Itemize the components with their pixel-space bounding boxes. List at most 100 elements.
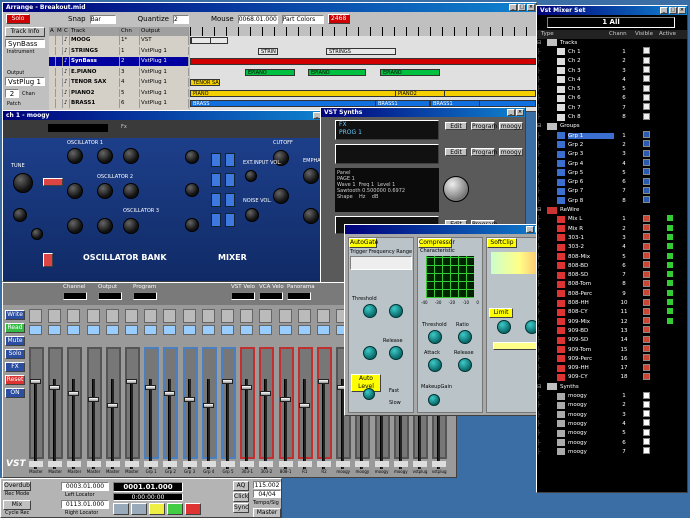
ruler[interactable] <box>190 27 536 36</box>
mixer-channel-row[interactable]: ├ 909-Tom 15 <box>537 345 687 354</box>
visible-checkbox[interactable] <box>642 140 650 148</box>
mixer-switch[interactable] <box>225 173 235 187</box>
channel-fader[interactable] <box>298 403 310 408</box>
channel-fader[interactable] <box>164 391 176 396</box>
mixer-channel-row[interactable]: ├ Grp 88 <box>537 196 687 205</box>
channel-fader[interactable] <box>183 397 195 402</box>
mixer-channel-row[interactable]: ├ Ch 33 <box>537 66 687 75</box>
limit-knob[interactable] <box>497 320 511 334</box>
visible-checkbox[interactable] <box>642 252 650 260</box>
mixer-channel-row[interactable]: ├ 808-Tom 8 <box>537 279 687 289</box>
vst-synths-titlebar[interactable]: VST Synths _ × <box>321 108 525 117</box>
moog-knob[interactable] <box>123 148 139 164</box>
visible-checkbox[interactable] <box>642 186 650 194</box>
mixer-channel-row[interactable]: ├ Ch 88 <box>537 112 687 121</box>
comp-threshold-knob[interactable] <box>428 330 442 344</box>
strip-mute-button[interactable] <box>48 309 62 323</box>
strip-solo-button[interactable] <box>297 325 311 335</box>
moog-knob[interactable] <box>67 218 83 234</box>
mixer-switch[interactable] <box>225 153 235 167</box>
strip-solo-button[interactable] <box>163 325 177 335</box>
midi-part[interactable]: BRASS1 <box>375 100 430 107</box>
channel-left-button[interactable]: Reset <box>5 375 25 385</box>
aq-button[interactable]: AQ <box>233 481 249 491</box>
channel-fader[interactable] <box>222 379 233 384</box>
synth-program-button-2[interactable]: Program <box>471 148 497 156</box>
mixer-channel-row[interactable]: ├ 303-2 4 <box>537 242 687 252</box>
mute-toggle[interactable] <box>56 99 63 108</box>
strip-solo-button[interactable] <box>182 325 196 335</box>
moog-knob[interactable] <box>303 168 319 184</box>
channel-left-button[interactable]: Read <box>5 323 25 333</box>
strip-mute-button[interactable] <box>297 309 311 323</box>
visible-checkbox[interactable] <box>642 447 650 455</box>
visible-checkbox[interactable] <box>642 233 650 241</box>
channel-left-button[interactable]: FX <box>5 362 25 372</box>
visible-checkbox[interactable] <box>642 56 650 64</box>
strip-mute-button[interactable] <box>86 309 100 323</box>
mixer-channel-row[interactable]: ├ 808-Perc 9 <box>537 289 687 298</box>
visible-checkbox[interactable] <box>642 214 650 222</box>
mixer-set-titlebar[interactable]: Vst Mixer Set _ □ × <box>537 6 687 15</box>
midi-part[interactable]: EPIANO <box>245 68 295 76</box>
channel-left-button[interactable]: ON <box>5 388 25 398</box>
moog-knob[interactable] <box>185 218 199 232</box>
gate-release-knob[interactable] <box>389 346 403 360</box>
mute-toggle[interactable] <box>56 36 63 45</box>
compressor-button[interactable]: Compressor <box>418 238 455 248</box>
channel-fader[interactable] <box>106 403 118 408</box>
strip-solo-button[interactable] <box>86 325 100 335</box>
visible-checkbox[interactable] <box>642 196 650 204</box>
mute-toggle[interactable] <box>56 78 63 87</box>
mixer-channel-row[interactable]: ├ moogy 6 <box>537 438 687 447</box>
channel-section-display[interactable] <box>63 292 87 300</box>
mixer-channel-row[interactable]: ├ 909-CY 18 <box>537 372 687 382</box>
channel-section-display[interactable] <box>98 292 122 300</box>
visible-checkbox[interactable] <box>642 66 650 74</box>
mixer-channel-row[interactable]: ├ 808-SD 7 <box>537 270 687 280</box>
moog-knob[interactable] <box>67 148 83 164</box>
mixer-channel-row[interactable]: ├ moogy 1 <box>537 391 687 400</box>
midi-part[interactable]: BRASS <box>190 100 536 107</box>
gate-threshold-knob[interactable] <box>363 304 377 318</box>
channel-section-display[interactable] <box>231 292 255 300</box>
channel-fader[interactable] <box>68 391 80 396</box>
moog-knob[interactable] <box>97 218 113 234</box>
moog-knob[interactable] <box>97 148 113 164</box>
mixer-channel-row[interactable]: ├ moogy 3 <box>537 410 687 419</box>
moog-knob[interactable] <box>185 150 199 164</box>
mixer-channel-row[interactable]: ├ Grp 77 <box>537 186 687 196</box>
mixer-channel-row[interactable]: ├ Ch 44 <box>537 75 687 84</box>
mixer-switch[interactable] <box>211 173 221 187</box>
left-locator-display[interactable]: 0003.01.000 <box>61 482 109 491</box>
visible-checkbox[interactable] <box>642 354 650 362</box>
mixer-channel-row[interactable]: ├ Ch 55 <box>537 84 687 94</box>
mixer-channel-row[interactable]: ├ Grp 11 <box>537 131 687 140</box>
moog-knob[interactable] <box>13 173 33 193</box>
channel-fader[interactable] <box>318 379 329 384</box>
master-button[interactable]: Master <box>253 508 281 517</box>
arrange-titlebar[interactable]: Arrange - Breakout.mid _ □ × <box>3 3 536 12</box>
moog-titlebar[interactable]: ch 1 - moogy_× <box>3 111 331 120</box>
synth-edit-button-2[interactable]: Edit <box>445 148 467 156</box>
part-colors-select[interactable]: Part Colors <box>281 14 324 24</box>
gate-hold-knob[interactable] <box>363 346 377 360</box>
song-position-display[interactable]: 0001.01.000 <box>113 482 183 492</box>
comp-release-knob[interactable] <box>458 358 472 372</box>
track-info-button[interactable]: Track Info <box>5 27 45 37</box>
visible-checkbox[interactable] <box>642 326 650 334</box>
track-row[interactable]: ♪ TENOR SAX 4 VstPlug 1 <box>49 78 189 87</box>
visible-checkbox[interactable] <box>642 159 650 167</box>
visible-checkbox[interactable] <box>642 363 650 371</box>
mixer-channel-row[interactable]: ├ 808-Mix 5 <box>537 252 687 261</box>
strip-mute-button[interactable] <box>163 309 177 323</box>
channel-left-button[interactable]: Write <box>5 310 25 320</box>
strip-solo-button[interactable] <box>144 325 158 335</box>
mute-toggle[interactable] <box>56 46 63 55</box>
track-row[interactable]: ♪ E.PIANO 3 VstPlug 1 <box>49 67 189 76</box>
auto-level-knob[interactable] <box>363 388 375 400</box>
mixer-switch[interactable] <box>225 193 235 207</box>
play-button[interactable] <box>167 503 183 515</box>
synth-name-button[interactable]: moogy <box>499 122 523 130</box>
mixer-channel-row[interactable]: ├ 909-BD 13 <box>537 326 687 335</box>
